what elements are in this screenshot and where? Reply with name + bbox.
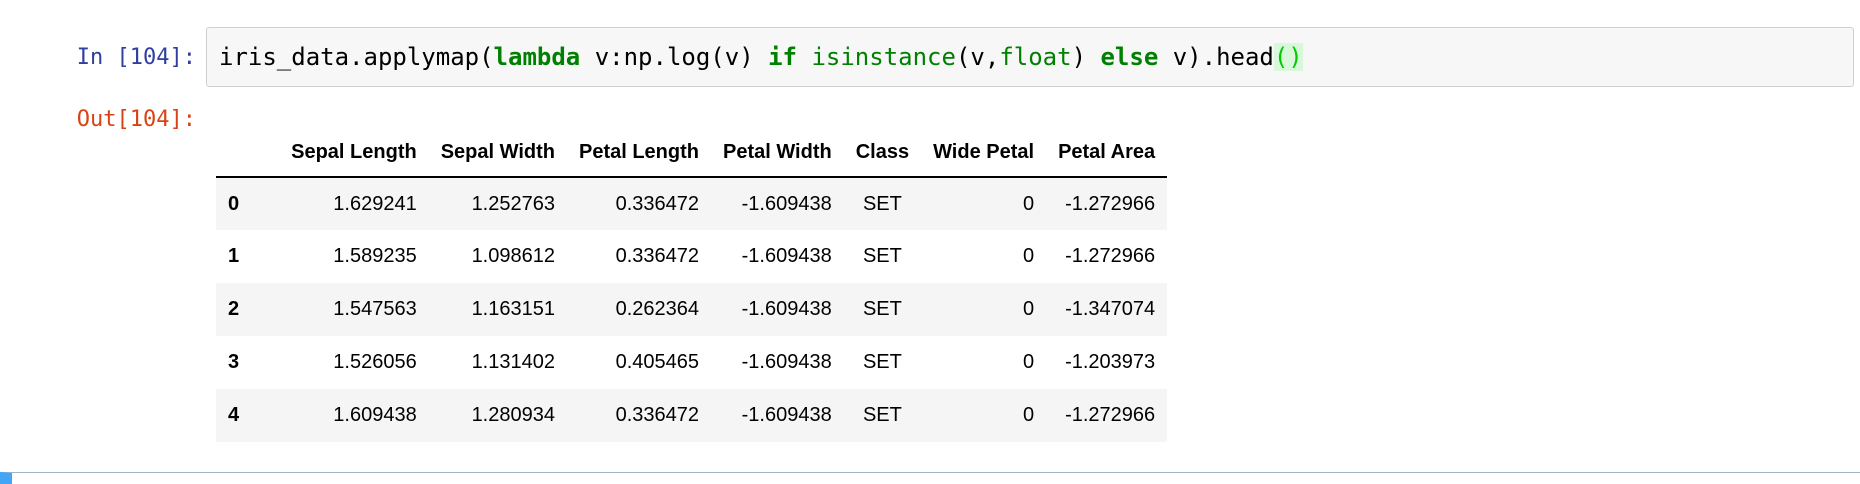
- table-row: 3 1.526056 1.131402 0.405465 -1.609438 S…: [216, 336, 1167, 389]
- code-segment: v:np.log(v): [580, 43, 769, 71]
- input-prompt: In [104]:: [76, 45, 196, 70]
- code-segment: (v,: [955, 43, 1000, 71]
- table-cell: -1.272966: [1065, 192, 1156, 215]
- table-cell: 0.336472: [615, 192, 699, 215]
- code-text[interactable]: iris_data.applymap(lambda v:np.log(v) if…: [219, 43, 1303, 71]
- column-header: Sepal Width: [428, 128, 567, 178]
- table-cell: 1.131402: [471, 351, 555, 373]
- keyword-if: if: [768, 43, 797, 71]
- next-cell-selected[interactable]: [0, 472, 1860, 484]
- table-cell: 0: [1022, 351, 1035, 373]
- row-index: 2: [228, 298, 240, 320]
- column-header: Wide Petal: [921, 128, 1047, 178]
- table-cell: 1.163151: [471, 298, 555, 320]
- table-cell: 1.526056: [333, 351, 417, 373]
- table-cell: SET: [862, 245, 902, 267]
- table-cell: -1.609438: [741, 245, 832, 267]
- table-cell: 1.252763: [471, 192, 555, 215]
- table-cell: 0: [1022, 245, 1035, 267]
- column-header: Petal Area: [1046, 128, 1168, 178]
- code-segment: ): [1071, 43, 1101, 71]
- builtin-isinstance: isinstance: [811, 43, 956, 71]
- column-header: Sepal Length: [279, 128, 429, 178]
- table-cell: -1.609438: [741, 192, 832, 215]
- row-index: 3: [228, 351, 240, 373]
- table-cell: SET: [862, 351, 902, 373]
- table-cell: 0: [1022, 404, 1035, 426]
- table-cell: -1.609438: [741, 298, 832, 320]
- index-header: [216, 128, 280, 178]
- row-index: 0: [228, 192, 240, 215]
- builtin-float: float: [999, 43, 1072, 71]
- table-cell: 1.098612: [471, 245, 555, 267]
- keyword-lambda: lambda: [493, 43, 581, 71]
- table-cell: -1.347074: [1065, 298, 1156, 320]
- row-index: 4: [228, 404, 240, 426]
- table-row: 0 1.629241 1.252763 0.336472 -1.609438 S…: [216, 177, 1168, 230]
- table-cell: 1.589235: [333, 245, 417, 267]
- column-header: Petal Width: [711, 128, 844, 178]
- code-segment: iris_data.applymap(: [219, 43, 494, 71]
- table-cell: 0.262364: [615, 298, 699, 320]
- table-row: 1 1.589235 1.098612 0.336472 -1.609438 S…: [216, 230, 1167, 283]
- code-input-area[interactable]: iris_data.applymap(lambda v:np.log(v) if…: [206, 27, 1854, 87]
- table-cell: 1.629241: [333, 192, 417, 215]
- keyword-else: else: [1100, 43, 1159, 71]
- table-cell: 0.336472: [615, 404, 699, 426]
- table-cell: 0: [1022, 298, 1035, 320]
- column-header: Class: [843, 128, 922, 178]
- table-cell: 1.609438: [333, 404, 417, 426]
- table-cell: SET: [862, 298, 902, 320]
- column-header: Petal Length: [566, 128, 711, 178]
- row-index: 1: [228, 245, 240, 267]
- table-cell: SET: [862, 192, 902, 215]
- dataframe-output-table: Sepal Length Sepal Width Petal Length Pe…: [216, 128, 1168, 442]
- output-prompt: Out[104]:: [76, 107, 196, 132]
- table-header-row: Sepal Length Sepal Width Petal Length Pe…: [216, 128, 1168, 178]
- matched-parentheses: (): [1273, 43, 1303, 71]
- table-cell: 0: [1022, 192, 1035, 215]
- table-row: 4 1.609438 1.280934 0.336472 -1.609438 S…: [216, 389, 1168, 442]
- table-cell: 0.405465: [615, 351, 699, 373]
- table-cell: 1.280934: [471, 404, 555, 426]
- table-cell: 0.336472: [615, 245, 699, 267]
- table-cell: SET: [862, 404, 902, 426]
- table-cell: 1.547563: [333, 298, 417, 320]
- code-segment: v).head: [1158, 43, 1274, 71]
- table-row: 2 1.547563 1.163151 0.262364 -1.609438 S…: [216, 283, 1168, 336]
- table-cell: -1.203973: [1065, 351, 1156, 373]
- table-cell: -1.272966: [1065, 245, 1156, 267]
- table-cell: -1.609438: [741, 404, 832, 426]
- table-cell: -1.609438: [741, 351, 832, 373]
- table-cell: -1.272966: [1065, 404, 1156, 426]
